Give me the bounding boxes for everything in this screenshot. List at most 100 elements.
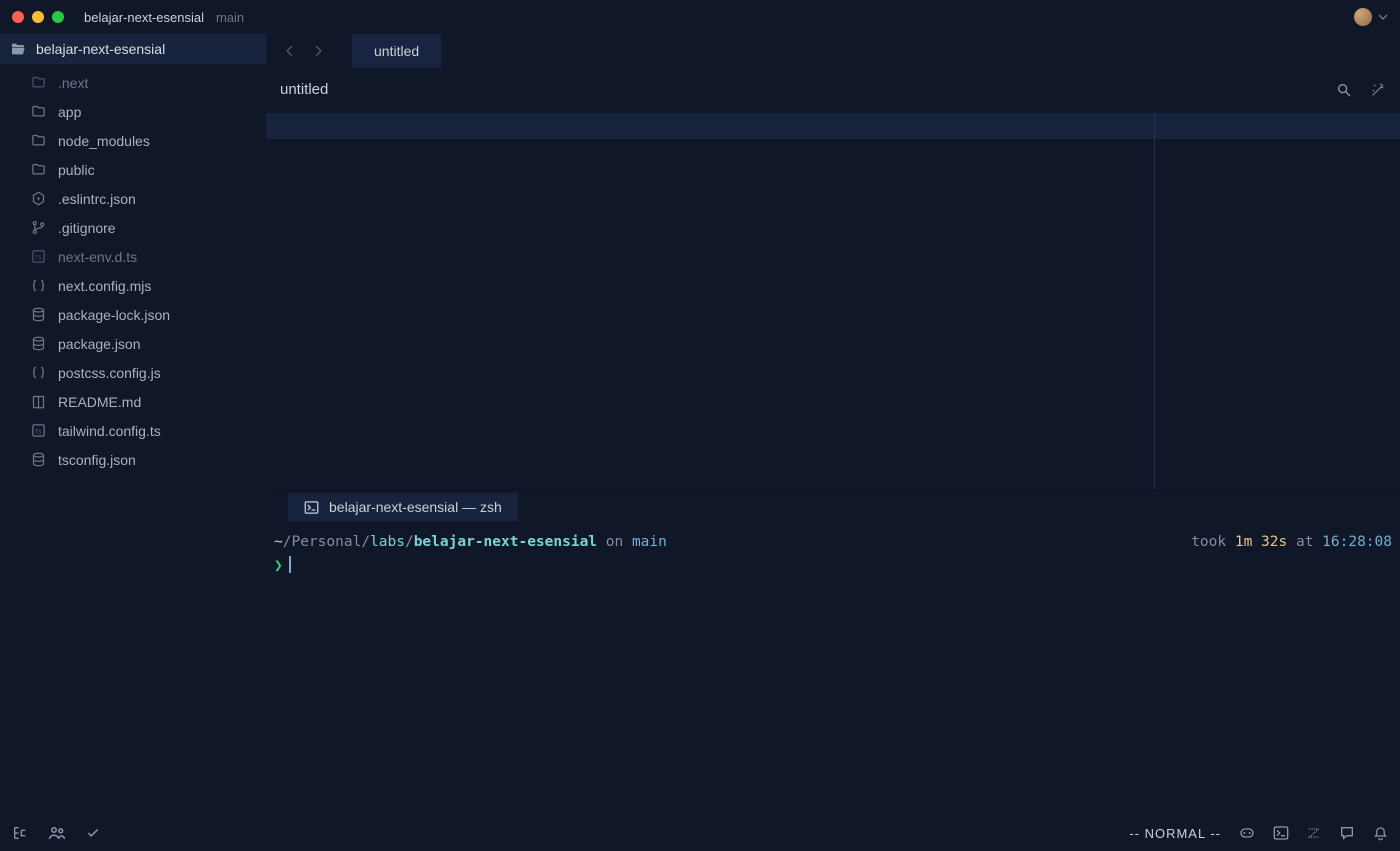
tree-item[interactable]: .next bbox=[0, 68, 266, 97]
close-window-button[interactable] bbox=[12, 11, 24, 23]
tree-item[interactable]: tsconfig.json bbox=[0, 445, 266, 474]
editor-ruler bbox=[1154, 110, 1155, 489]
vim-mode: -- NORMAL -- bbox=[1129, 826, 1221, 841]
tree-item[interactable]: node_modules bbox=[0, 126, 266, 155]
tree-item-label: node_modules bbox=[58, 133, 150, 149]
folder-icon bbox=[30, 162, 46, 177]
tree-item[interactable]: .gitignore bbox=[0, 213, 266, 242]
term-duration: 1m 32s bbox=[1235, 534, 1287, 550]
tab-label: untitled bbox=[374, 43, 419, 59]
hex-icon bbox=[30, 191, 46, 206]
sidebar-project-header[interactable]: belajar-next-esensial bbox=[0, 34, 266, 64]
db-icon bbox=[30, 307, 46, 322]
ts-icon: TS bbox=[30, 249, 46, 264]
window-controls bbox=[12, 11, 64, 23]
sidebar: belajar-next-esensial .next app node_modul… bbox=[0, 34, 266, 815]
tree-item-label: README.md bbox=[58, 394, 141, 410]
term-at: at bbox=[1287, 534, 1322, 550]
tree-item-label: .gitignore bbox=[58, 220, 116, 236]
nav-back-button[interactable] bbox=[276, 37, 304, 65]
term-time: 16:28:08 bbox=[1322, 534, 1392, 550]
tree-item-label: public bbox=[58, 162, 95, 178]
tree-item-label: package.json bbox=[58, 336, 141, 352]
titlebar: belajar-next-esensial main bbox=[0, 0, 1400, 34]
minimize-window-button[interactable] bbox=[32, 11, 44, 23]
tree-item[interactable]: package-lock.json bbox=[0, 300, 266, 329]
collaborators-icon[interactable] bbox=[48, 824, 66, 842]
term-personal: Personal bbox=[291, 534, 361, 550]
folder-open-icon bbox=[10, 41, 26, 57]
braces-icon bbox=[30, 365, 46, 380]
file-tree: .next app node_modulespublic .eslintrc.json… bbox=[0, 64, 266, 478]
terminal-prompt-char-line: ❯ bbox=[274, 554, 1392, 578]
wand-icon[interactable] bbox=[1370, 82, 1386, 98]
folder-icon bbox=[30, 133, 46, 148]
tree-item[interactable]: app bbox=[0, 97, 266, 126]
ts-icon: TS bbox=[30, 423, 46, 438]
copilot-icon[interactable] bbox=[1239, 825, 1255, 841]
svg-text:TS: TS bbox=[34, 256, 41, 262]
tree-item-label: tsconfig.json bbox=[58, 452, 136, 468]
tree-item-label: postcss.config.js bbox=[58, 365, 161, 381]
main-pane: untitled untitled 1 bbox=[266, 34, 1400, 815]
term-tilde: ~ bbox=[274, 534, 283, 550]
feedback-icon[interactable] bbox=[1339, 825, 1355, 841]
titlebar-project: belajar-next-esensial bbox=[84, 10, 204, 25]
terminal-icon bbox=[304, 500, 319, 515]
folder-icon bbox=[30, 75, 46, 90]
term-prompt-char: ❯ bbox=[274, 558, 283, 574]
term-on: on bbox=[597, 534, 632, 550]
tree-item-label: app bbox=[58, 104, 81, 120]
code-area[interactable] bbox=[322, 110, 1400, 489]
terminal-prompt-line: ~/Personal/labs/belajar-next-esensial on… bbox=[274, 530, 1392, 554]
terminal-tab-label: belajar-next-esensial — zsh bbox=[329, 499, 502, 515]
sidebar-project-label: belajar-next-esensial bbox=[36, 41, 165, 57]
term-took: took bbox=[1191, 534, 1235, 550]
db-icon bbox=[30, 452, 46, 467]
tree-item-label: .next bbox=[58, 75, 88, 91]
tree-item-label: next.config.mjs bbox=[58, 278, 151, 294]
diagnostics-check-icon[interactable] bbox=[86, 826, 100, 840]
editor[interactable]: 1 bbox=[266, 110, 1400, 489]
gitbranch-icon bbox=[30, 220, 46, 235]
folder-icon bbox=[30, 104, 46, 119]
project-panel-icon[interactable] bbox=[12, 825, 28, 841]
tree-item[interactable]: next.config.mjs bbox=[0, 271, 266, 300]
tree-item-label: package-lock.json bbox=[58, 307, 170, 323]
terminal-tab-row: belajar-next-esensial — zsh bbox=[266, 490, 1400, 524]
tree-item[interactable]: TS tailwind.config.ts bbox=[0, 416, 266, 445]
tree-item-label: tailwind.config.ts bbox=[58, 423, 161, 439]
tree-item[interactable]: README.md bbox=[0, 387, 266, 416]
tree-item[interactable]: public bbox=[0, 155, 266, 184]
terminal-panel: belajar-next-esensial — zsh ~/Personal/l… bbox=[266, 489, 1400, 815]
zed-icon[interactable] bbox=[1307, 826, 1321, 840]
terminal-cursor bbox=[289, 556, 291, 573]
maximize-window-button[interactable] bbox=[52, 11, 64, 23]
titlebar-branch: main bbox=[216, 10, 244, 25]
svg-text:TS: TS bbox=[34, 430, 41, 436]
term-labs: labs bbox=[370, 534, 405, 550]
braces-icon bbox=[30, 278, 46, 293]
terminal-toggle-icon[interactable] bbox=[1273, 825, 1289, 841]
bell-icon[interactable] bbox=[1373, 826, 1388, 841]
breadcrumb-row: untitled bbox=[266, 68, 1400, 110]
term-branch: main bbox=[632, 534, 667, 550]
terminal-body[interactable]: ~/Personal/labs/belajar-next-esensial on… bbox=[266, 524, 1400, 815]
tree-item[interactable]: postcss.config.js bbox=[0, 358, 266, 387]
db-icon bbox=[30, 336, 46, 351]
term-project: belajar-next-esensial bbox=[414, 534, 597, 550]
terminal-tab[interactable]: belajar-next-esensial — zsh bbox=[288, 493, 518, 521]
tree-item[interactable]: package.json bbox=[0, 329, 266, 358]
code-line-1 bbox=[322, 113, 1400, 139]
tree-item-label: next-env.d.ts bbox=[58, 249, 137, 265]
tree-item[interactable]: .eslintrc.json bbox=[0, 184, 266, 213]
search-icon[interactable] bbox=[1336, 82, 1352, 98]
tree-item-label: .eslintrc.json bbox=[58, 191, 136, 207]
nav-forward-button[interactable] bbox=[304, 37, 332, 65]
tab-untitled[interactable]: untitled bbox=[352, 34, 441, 68]
tree-item[interactable]: TS next-env.d.ts bbox=[0, 242, 266, 271]
status-bar: -- NORMAL -- bbox=[0, 815, 1400, 851]
tab-row: untitled bbox=[266, 34, 1400, 68]
user-menu-chevron-icon[interactable] bbox=[1378, 12, 1388, 22]
user-avatar[interactable] bbox=[1354, 8, 1372, 26]
